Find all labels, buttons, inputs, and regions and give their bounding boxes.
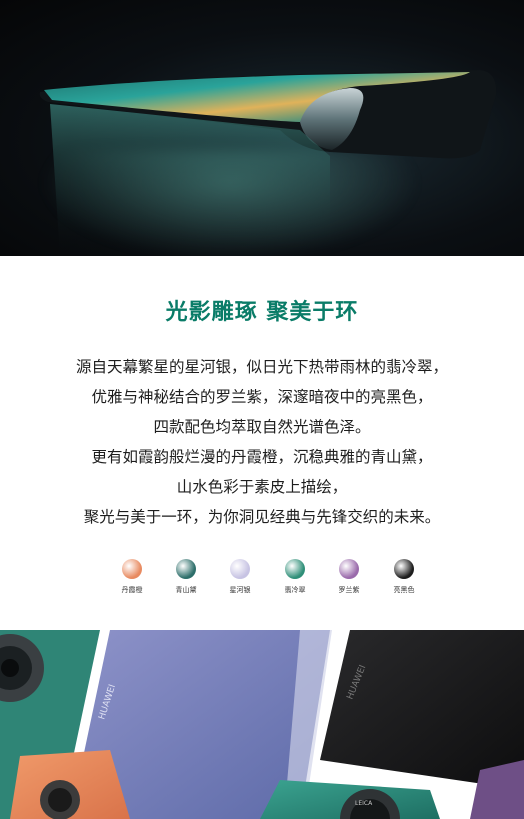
- swatch-feilengcui[interactable]: 翡冷翠: [271, 559, 319, 595]
- swatch-label: 亮黑色: [393, 586, 415, 594]
- swatch-label: 罗兰紫: [338, 586, 360, 594]
- description-line: 四款配色均萃取自然光谱色泽。: [153, 418, 371, 436]
- swatch-qingshan-dai[interactable]: 青山黛: [162, 559, 210, 595]
- swatch-label: 丹霞橙: [121, 586, 143, 594]
- swatch-dot: [394, 559, 414, 579]
- swatch-dot: [230, 559, 250, 579]
- description-line: 源自天幕繁星的星河银，似日光下热带雨林的翡冷翠，: [75, 358, 448, 376]
- description-text: 源自天幕繁星的星河银，似日光下热带雨林的翡冷翠， 优雅与神秘结合的罗兰紫，深邃暗…: [0, 352, 524, 532]
- swatch-dot: [285, 559, 305, 579]
- product-gallery-image: HUAWEI HUAWEI LEICA: [0, 630, 524, 819]
- swatch-label: 翡冷翠: [284, 586, 306, 594]
- swatch-label: 星河银: [229, 586, 251, 594]
- hero-phone-image: [39, 70, 497, 256]
- description-line: 优雅与神秘结合的罗兰紫，深邃暗夜中的亮黑色，: [91, 388, 433, 406]
- section-headline: 光影雕琢 聚美于环: [165, 300, 359, 325]
- color-swatch-list: 丹霞橙 青山黛 星河银 翡冷翠 罗兰紫 亮黑色: [108, 559, 424, 609]
- intro-section: 光影雕琢 聚美于环 源自天幕繁星的星河银，似日光下热带雨林的翡冷翠， 优雅与神秘…: [0, 256, 524, 630]
- hero-banner: [0, 0, 524, 256]
- swatch-dot: [339, 559, 359, 579]
- lens-label: LEICA: [355, 800, 373, 807]
- description-line: 聚光与美于一环，为你洞见经典与先锋交织的未来。: [83, 508, 441, 526]
- product-gallery: HUAWEI HUAWEI LEICA: [0, 630, 524, 819]
- description-line: 更有如霞韵般烂漫的丹霞橙，沉稳典雅的青山黛，: [91, 448, 433, 466]
- swatch-liang-black[interactable]: 亮黑色: [380, 559, 428, 595]
- swatch-xinghe-silver[interactable]: 星河银: [216, 559, 264, 595]
- swatch-dot: [176, 559, 196, 579]
- swatch-dot: [122, 559, 142, 579]
- swatch-luolan-purple[interactable]: 罗兰紫: [325, 559, 373, 595]
- swatch-label: 青山黛: [175, 586, 197, 594]
- description-line: 山水色彩于素皮上描绘，: [176, 478, 348, 496]
- swatch-danxia-orange[interactable]: 丹霞橙: [108, 559, 156, 595]
